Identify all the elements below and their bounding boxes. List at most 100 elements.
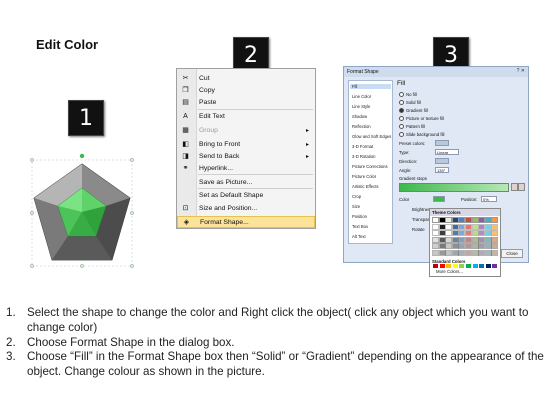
menu-item-group[interactable]: ▦ Group ▸ bbox=[177, 125, 315, 137]
theme-color-swatch[interactable] bbox=[484, 230, 492, 236]
menu-item-edit-text[interactable]: A Edit Text bbox=[177, 111, 315, 123]
fill-option-slide-background-fill[interactable]: Slide background fill bbox=[399, 132, 444, 137]
theme-color-swatch[interactable] bbox=[465, 243, 472, 249]
theme-color-swatch[interactable] bbox=[478, 223, 486, 230]
theme-color-swatch[interactable] bbox=[484, 243, 492, 249]
theme-color-swatch[interactable] bbox=[451, 249, 459, 256]
standard-color-swatch[interactable] bbox=[459, 264, 465, 268]
category-3-d-format[interactable]: 3-D Format bbox=[352, 144, 373, 149]
more-colors-link[interactable]: More Colors... bbox=[436, 269, 463, 274]
theme-color-swatch[interactable] bbox=[432, 249, 439, 256]
theme-color-swatch[interactable] bbox=[432, 217, 439, 223]
theme-color-swatch[interactable] bbox=[458, 236, 466, 243]
menu-item-format-shape[interactable]: ◈ Format Shape... bbox=[177, 216, 315, 228]
theme-color-swatch[interactable] bbox=[491, 223, 499, 230]
theme-color-swatch[interactable] bbox=[432, 236, 439, 243]
category-size[interactable]: Size bbox=[352, 204, 360, 209]
theme-color-swatch[interactable] bbox=[471, 243, 479, 249]
theme-color-swatch[interactable] bbox=[432, 243, 439, 249]
menu-item-size-and-position[interactable]: ⊡ Size and Position... bbox=[177, 203, 315, 215]
rotate-handle[interactable] bbox=[79, 153, 85, 159]
category-picture-corrections[interactable]: Picture Corrections bbox=[352, 164, 388, 169]
standard-color-swatch[interactable] bbox=[472, 264, 478, 268]
rotate-checkbox-label[interactable]: Rotate bbox=[412, 227, 425, 232]
fill-option-gradient-fill[interactable]: Gradient fill bbox=[399, 108, 428, 113]
gradient-bar[interactable] bbox=[399, 183, 509, 192]
theme-color-swatch[interactable] bbox=[471, 236, 479, 243]
theme-color-swatch[interactable] bbox=[432, 230, 439, 236]
direction-button[interactable] bbox=[435, 158, 449, 164]
theme-color-swatch[interactable] bbox=[438, 249, 446, 256]
color-dropdown[interactable] bbox=[433, 196, 445, 202]
category-glow-and-soft-edges[interactable]: Glow and Soft Edges bbox=[352, 134, 391, 139]
theme-color-swatch[interactable] bbox=[484, 217, 492, 223]
standard-color-swatch[interactable] bbox=[466, 264, 471, 268]
theme-color-swatch[interactable] bbox=[458, 223, 466, 230]
add-stop-button[interactable] bbox=[511, 183, 518, 191]
category-text-box[interactable]: Text Box bbox=[352, 224, 368, 229]
theme-color-swatch[interactable] bbox=[445, 243, 453, 249]
category-line-style[interactable]: Line Style bbox=[352, 104, 370, 109]
menu-item-cut[interactable]: ✂ Cut bbox=[177, 73, 315, 85]
menu-item-save-as-picture[interactable]: Save as Picture... bbox=[177, 177, 315, 189]
theme-color-swatch[interactable] bbox=[491, 243, 499, 249]
theme-color-swatch[interactable] bbox=[478, 230, 486, 236]
fill-option-solid-fill[interactable]: Solid fill bbox=[399, 100, 421, 105]
theme-color-swatch[interactable] bbox=[438, 223, 446, 230]
theme-color-swatch[interactable] bbox=[478, 249, 486, 256]
theme-color-swatch[interactable] bbox=[478, 243, 486, 249]
theme-color-swatch[interactable] bbox=[445, 249, 453, 256]
menu-item-paste[interactable]: ▤ Paste bbox=[177, 97, 315, 109]
theme-color-swatch[interactable] bbox=[491, 236, 499, 243]
theme-color-swatch[interactable] bbox=[471, 230, 479, 236]
theme-color-swatch[interactable] bbox=[445, 236, 453, 243]
standard-color-swatch[interactable] bbox=[492, 264, 498, 268]
preset-colors-button[interactable] bbox=[435, 140, 449, 146]
type-select[interactable]: Linear bbox=[435, 149, 459, 155]
theme-color-swatch[interactable] bbox=[471, 217, 479, 223]
theme-color-swatch[interactable] bbox=[432, 223, 439, 230]
close-button[interactable]: Close bbox=[501, 249, 523, 258]
theme-color-swatch[interactable] bbox=[458, 230, 466, 236]
standard-color-swatch[interactable] bbox=[452, 264, 458, 268]
theme-color-swatch[interactable] bbox=[451, 217, 459, 223]
category-fill[interactable]: Fill bbox=[350, 84, 391, 89]
theme-color-swatch[interactable] bbox=[445, 223, 453, 230]
remove-stop-button[interactable] bbox=[518, 183, 525, 191]
theme-color-swatch[interactable] bbox=[465, 230, 472, 236]
category-3-d-rotation[interactable]: 3-D Rotation bbox=[352, 154, 376, 159]
theme-color-swatch[interactable] bbox=[465, 217, 472, 223]
fill-option-no-fill[interactable]: No fill bbox=[399, 92, 417, 97]
theme-color-swatch[interactable] bbox=[451, 223, 459, 230]
theme-color-swatch[interactable] bbox=[438, 236, 446, 243]
theme-color-swatch[interactable] bbox=[438, 217, 446, 223]
menu-item-hyperlink[interactable]: ⚭ Hyperlink... bbox=[177, 163, 315, 175]
category-crop[interactable]: Crop bbox=[352, 194, 361, 199]
menu-item-set-as-default-shape[interactable]: Set as Default Shape bbox=[177, 190, 315, 202]
theme-color-swatch[interactable] bbox=[445, 230, 453, 236]
menu-item-copy[interactable]: ❐ Copy bbox=[177, 85, 315, 97]
standard-color-swatch[interactable] bbox=[439, 264, 445, 268]
theme-color-swatch[interactable] bbox=[458, 249, 466, 256]
theme-color-swatch[interactable] bbox=[484, 236, 492, 243]
fill-option-pattern-fill[interactable]: Pattern fill bbox=[399, 124, 425, 129]
category-alt-text[interactable]: Alt Text bbox=[352, 234, 366, 239]
category-reflection[interactable]: Reflection bbox=[352, 124, 371, 129]
menu-item-bring-to-front[interactable]: ◧ Bring to Front ▸ bbox=[177, 139, 315, 151]
position-input[interactable]: 0% bbox=[481, 196, 497, 202]
theme-color-swatch[interactable] bbox=[491, 217, 499, 223]
theme-color-swatch[interactable] bbox=[465, 223, 472, 230]
theme-color-swatch[interactable] bbox=[458, 243, 466, 249]
theme-color-swatch[interactable] bbox=[445, 217, 453, 223]
theme-color-swatch[interactable] bbox=[458, 217, 466, 223]
standard-color-swatch[interactable] bbox=[433, 264, 438, 268]
window-controls[interactable]: ? ✕ bbox=[517, 68, 525, 74]
standard-color-swatch[interactable] bbox=[446, 264, 452, 268]
theme-color-swatch[interactable] bbox=[438, 230, 446, 236]
category-picture-color[interactable]: Picture Color bbox=[352, 174, 376, 179]
standard-color-swatch[interactable] bbox=[485, 264, 491, 268]
theme-color-swatch[interactable] bbox=[484, 249, 492, 256]
theme-color-swatch[interactable] bbox=[491, 249, 499, 256]
category-artistic-effects[interactable]: Artistic Effects bbox=[352, 184, 378, 189]
theme-color-swatch[interactable] bbox=[451, 243, 459, 249]
